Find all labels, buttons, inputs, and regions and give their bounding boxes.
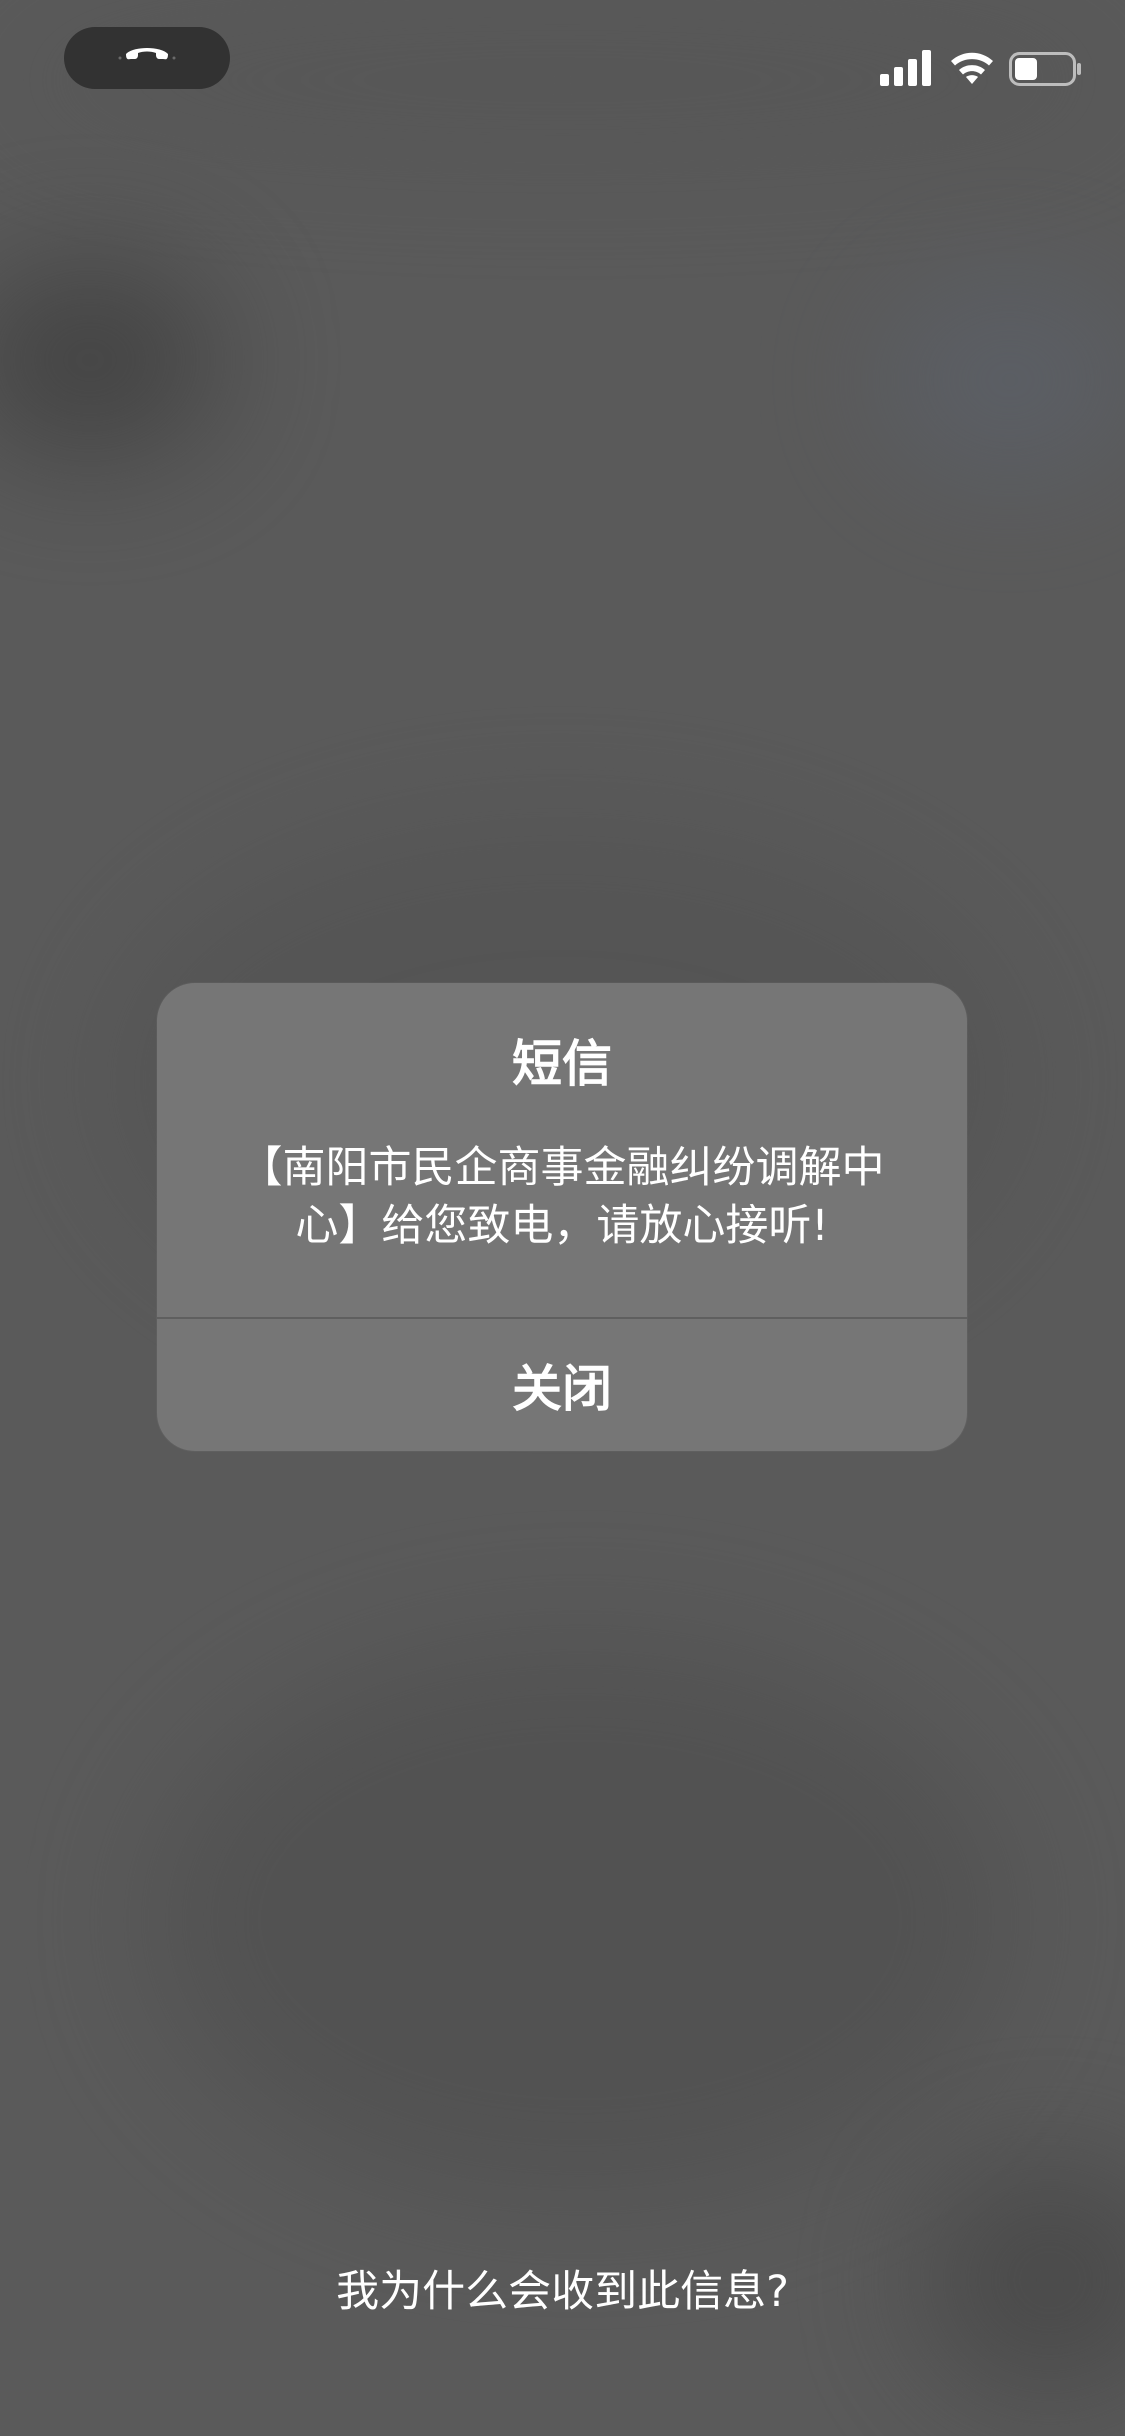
cellular-signal-icon [880,50,931,86]
background-blur-shape [150,1640,1010,2200]
wifi-icon [951,52,993,84]
active-call-pill[interactable] [64,27,230,89]
status-bar [0,0,1125,120]
background-blur-shape [880,280,1125,480]
sms-alert-dialog: 短信 【南阳市民企商事金融纠纷调解中 心】给您致电，请放心接听! 关闭 [157,983,967,1451]
alert-title: 短信 [512,1035,612,1093]
alert-message-line: 心】给您致电，请放心接听! [295,1201,829,1251]
battery-icon [1009,52,1081,86]
phone-hangup-icon [118,48,176,60]
why-received-link[interactable]: 我为什么会收到此信息? [0,2262,1125,2322]
alert-message-line: 【南阳市民企商事金融纠纷调解中 [239,1143,885,1193]
alert-message: 【南阳市民企商事金融纠纷调解中 心】给您致电，请放心接听! [227,1139,897,1255]
alert-content: 短信 【南阳市民企商事金融纠纷调解中 心】给您致电，请放心接听! [157,983,967,1317]
close-button[interactable]: 关闭 [157,1319,967,1451]
background-blur-shape [0,260,220,460]
